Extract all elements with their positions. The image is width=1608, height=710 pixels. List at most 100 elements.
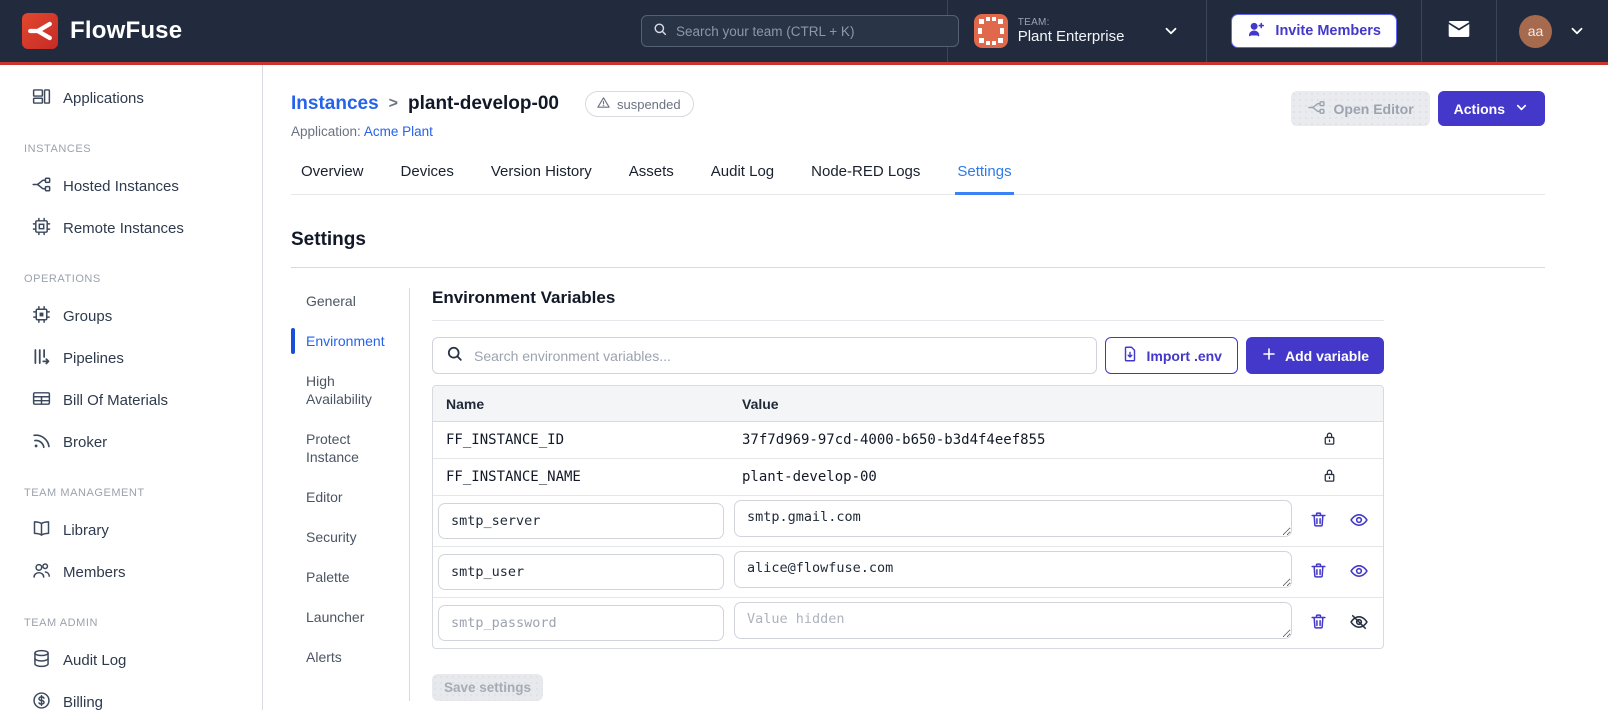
- user-menu[interactable]: aa: [1497, 0, 1608, 62]
- env-name-input[interactable]: [438, 503, 724, 539]
- sidebar-item-audit-log[interactable]: Audit Log: [0, 641, 262, 680]
- actions-button[interactable]: Actions: [1437, 91, 1545, 126]
- top-navbar: FlowFuse TEAM: Plan: [0, 0, 1608, 62]
- brand-name: FlowFuse: [70, 17, 183, 44]
- hide-value-button[interactable]: [1349, 612, 1369, 635]
- tab-audit-log[interactable]: Audit Log: [709, 163, 776, 195]
- team-search[interactable]: [641, 15, 959, 47]
- env-value-input[interactable]: alice@flowfuse.com: [734, 551, 1292, 588]
- applications-icon: [31, 86, 52, 111]
- search-icon: [445, 344, 464, 368]
- env-search[interactable]: [432, 337, 1097, 374]
- delete-variable-button[interactable]: [1309, 561, 1328, 583]
- sidebar-heading-team-admin: TEAM ADMIN: [24, 617, 98, 629]
- application-link[interactable]: Acme Plant: [364, 124, 433, 139]
- avatar: aa: [1519, 14, 1552, 48]
- lock-icon: [1321, 430, 1338, 451]
- team-selector[interactable]: TEAM: Plant Enterprise: [948, 0, 1207, 62]
- env-value-input[interactable]: [734, 602, 1292, 639]
- team-name: Plant Enterprise: [1017, 28, 1125, 46]
- env-name-input[interactable]: [438, 605, 724, 641]
- env-value: plant-develop-00: [742, 469, 877, 485]
- env-name-input[interactable]: [438, 554, 724, 590]
- notifications-button[interactable]: [1422, 0, 1496, 62]
- cpu-chip-icon: [31, 216, 52, 241]
- open-editor-button[interactable]: Open Editor: [1290, 91, 1430, 126]
- hosted-instances-icon: [31, 174, 52, 199]
- tab-version-history[interactable]: Version History: [489, 163, 594, 195]
- eye-off-icon: [1349, 612, 1369, 635]
- search-icon: [652, 21, 668, 42]
- sidebar-heading-operations: OPERATIONS: [24, 273, 101, 285]
- mail-icon: [1446, 16, 1472, 47]
- table-row: smtp.gmail.com: [433, 496, 1383, 547]
- trash-icon: [1309, 561, 1328, 583]
- status-badge: suspended: [584, 91, 694, 117]
- lock-icon: [1321, 467, 1338, 488]
- tab-settings[interactable]: Settings: [955, 163, 1014, 195]
- currency-dollar-icon: [31, 690, 52, 710]
- table-row: FF_INSTANCE_ID 37f7d969-97cd-4000-b650-b…: [433, 422, 1383, 459]
- chevron-down-icon[interactable]: [1162, 22, 1180, 40]
- sidebar: Applications INSTANCES Hosted Instances …: [0, 65, 263, 710]
- tab-assets[interactable]: Assets: [627, 163, 676, 195]
- settings-nav-environment[interactable]: Environment: [291, 328, 398, 354]
- invite-members-button[interactable]: Invite Members: [1231, 14, 1397, 48]
- settings-nav-general[interactable]: General: [306, 292, 398, 310]
- table-header: Name Value: [433, 386, 1383, 422]
- panel-title: Environment Variables: [432, 288, 1384, 321]
- instance-tabs: Overview Devices Version History Assets …: [291, 163, 1545, 195]
- delete-variable-button[interactable]: [1309, 510, 1328, 532]
- sidebar-item-broker[interactable]: Broker: [0, 423, 262, 462]
- sidebar-item-billing[interactable]: Billing: [0, 683, 262, 710]
- environment-panel: Environment Variables Search environment…: [432, 288, 1384, 701]
- sidebar-item-groups[interactable]: Groups: [0, 297, 262, 336]
- page-title: plant-develop-00: [408, 93, 559, 114]
- application-row: Application: Acme Plant: [291, 124, 433, 139]
- show-value-button[interactable]: [1349, 561, 1369, 584]
- settings-nav: General Environment High Availability Pr…: [291, 288, 410, 701]
- document-download-icon: [1121, 345, 1139, 366]
- column-header-name: Name: [446, 395, 485, 412]
- sidebar-item-remote-instances[interactable]: Remote Instances: [0, 209, 262, 248]
- eye-icon: [1349, 561, 1369, 584]
- tab-overview[interactable]: Overview: [299, 163, 366, 195]
- trash-icon: [1309, 510, 1328, 532]
- delete-variable-button[interactable]: [1309, 612, 1328, 634]
- settings-nav-palette[interactable]: Palette: [306, 568, 398, 586]
- settings-title: Settings: [291, 229, 366, 250]
- sidebar-heading-team-management: TEAM MANAGEMENT: [24, 487, 145, 499]
- env-value: 37f7d969-97cd-4000-b650-b3d4f4eef855: [742, 432, 1046, 448]
- brand[interactable]: FlowFuse: [0, 13, 182, 49]
- sidebar-item-hosted-instances[interactable]: Hosted Instances: [0, 167, 262, 206]
- add-variable-button[interactable]: Add variable: [1245, 337, 1384, 374]
- settings-nav-editor[interactable]: Editor: [306, 488, 398, 506]
- team-label: TEAM:: [1017, 16, 1050, 28]
- sidebar-item-members[interactable]: Members: [0, 553, 262, 592]
- settings-nav-security[interactable]: Security: [306, 528, 398, 546]
- tab-node-red-logs[interactable]: Node-RED Logs: [809, 163, 922, 195]
- settings-nav-launcher[interactable]: Launcher: [306, 608, 398, 626]
- save-settings-button[interactable]: Save settings: [432, 674, 544, 701]
- settings-nav-protect-instance[interactable]: Protect Instance: [306, 430, 398, 466]
- eye-icon: [1349, 510, 1369, 533]
- sidebar-item-bill-of-materials[interactable]: Bill Of Materials: [0, 381, 262, 420]
- env-name: FF_INSTANCE_ID: [446, 432, 565, 448]
- env-value-input[interactable]: smtp.gmail.com: [734, 500, 1292, 537]
- tab-devices[interactable]: Devices: [399, 163, 456, 195]
- sidebar-item-pipelines[interactable]: Pipelines: [0, 339, 262, 378]
- import-env-button[interactable]: Import .env: [1104, 337, 1238, 374]
- chevron-down-icon[interactable]: [1568, 22, 1586, 40]
- breadcrumb-instances-link[interactable]: Instances: [291, 93, 379, 115]
- users-icon: [31, 560, 52, 585]
- database-icon: [31, 648, 52, 673]
- settings-nav-high-availability[interactable]: High Availability: [306, 372, 398, 408]
- env-variables-table: Name Value FF_INSTANCE_ID 37f7d969-97cd-…: [432, 385, 1384, 649]
- settings-nav-alerts[interactable]: Alerts: [306, 648, 398, 666]
- team-search-input[interactable]: [676, 23, 948, 39]
- sidebar-item-library[interactable]: Library: [0, 511, 262, 550]
- column-header-value: Value: [742, 395, 779, 412]
- show-value-button[interactable]: [1349, 510, 1369, 533]
- env-search-input[interactable]: [474, 347, 1084, 364]
- sidebar-item-applications[interactable]: Applications: [0, 79, 262, 118]
